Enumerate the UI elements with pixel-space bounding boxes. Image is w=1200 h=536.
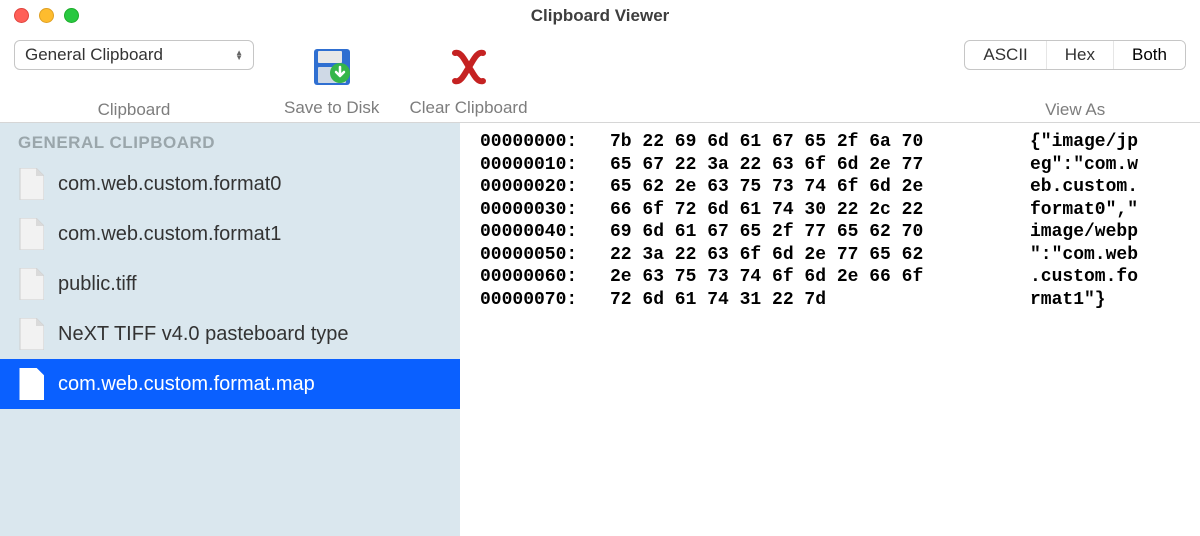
traffic-lights — [14, 8, 79, 23]
hex-row: 00000060:2e 63 75 73 74 6f 6d 2e 66 6f.c… — [480, 266, 1180, 289]
file-icon — [18, 318, 44, 350]
app-window: Clipboard Viewer General Clipboard ▲▼ Cl… — [0, 0, 1200, 536]
hex-bytes: 7b 22 69 6d 61 67 65 2f 6a 70 — [610, 131, 1030, 154]
hex-offset: 00000060: — [480, 266, 610, 289]
minimize-button[interactable] — [39, 8, 54, 23]
hex-ascii: eg":"com.w — [1030, 154, 1138, 177]
toolbar: General Clipboard ▲▼ Clipboard Save to D… — [0, 32, 1200, 122]
hex-bytes: 72 6d 61 74 31 22 7d — [610, 289, 1030, 312]
save-group: Save to Disk — [284, 40, 379, 118]
clipboard-group: General Clipboard ▲▼ Clipboard — [14, 40, 254, 120]
hex-offset: 00000030: — [480, 199, 610, 222]
popup-arrows-icon: ▲▼ — [235, 50, 243, 60]
hex-ascii: eb.custom. — [1030, 176, 1138, 199]
hex-row: 00000070:72 6d 61 74 31 22 7drmat1"} — [480, 289, 1180, 312]
segment-hex[interactable]: Hex — [1047, 41, 1114, 69]
hex-bytes: 2e 63 75 73 74 6f 6d 2e 66 6f — [610, 266, 1030, 289]
file-icon — [18, 168, 44, 200]
close-button[interactable] — [14, 8, 29, 23]
hex-row: 00000050:22 3a 22 63 6f 6d 2e 77 65 62":… — [480, 244, 1180, 267]
sidebar-item-label: NeXT TIFF v4.0 pasteboard type — [58, 323, 349, 346]
hex-bytes: 65 62 2e 63 75 73 74 6f 6d 2e — [610, 176, 1030, 199]
maximize-button[interactable] — [64, 8, 79, 23]
hex-row: 00000040:69 6d 61 67 65 2f 77 65 62 70im… — [480, 221, 1180, 244]
sidebar-item[interactable]: NeXT TIFF v4.0 pasteboard type — [0, 309, 460, 359]
sidebar-item-label: com.web.custom.format1 — [58, 223, 281, 246]
view-as-label: View As — [1045, 100, 1105, 120]
hex-row: 00000000:7b 22 69 6d 61 67 65 2f 6a 70{"… — [480, 131, 1180, 154]
view-as-segmented: ASCII Hex Both — [964, 40, 1186, 70]
sidebar-header: GENERAL CLIPBOARD — [0, 133, 460, 159]
sidebar-item-label: public.tiff — [58, 273, 137, 296]
hex-bytes: 65 67 22 3a 22 63 6f 6d 2e 77 — [610, 154, 1030, 177]
save-button[interactable] — [305, 40, 359, 94]
x-icon — [449, 47, 489, 87]
sidebar-item[interactable]: com.web.custom.format0 — [0, 159, 460, 209]
clear-button[interactable] — [442, 40, 496, 94]
segment-ascii[interactable]: ASCII — [965, 41, 1046, 69]
clear-label: Clear Clipboard — [409, 98, 527, 118]
clear-group: Clear Clipboard — [409, 40, 527, 118]
file-icon — [18, 218, 44, 250]
hex-bytes: 66 6f 72 6d 61 74 30 22 2c 22 — [610, 199, 1030, 222]
clipboard-selector[interactable]: General Clipboard ▲▼ — [14, 40, 254, 70]
hex-ascii: rmat1"} — [1030, 289, 1106, 312]
hex-offset: 00000010: — [480, 154, 610, 177]
clipboard-selector-value: General Clipboard — [25, 45, 163, 65]
hex-offset: 00000000: — [480, 131, 610, 154]
content: GENERAL CLIPBOARD com.web.custom.format0… — [0, 122, 1200, 536]
view-as-group: ASCII Hex Both View As — [964, 40, 1186, 120]
hex-offset: 00000020: — [480, 176, 610, 199]
window-title: Clipboard Viewer — [0, 6, 1200, 26]
save-label: Save to Disk — [284, 98, 379, 118]
hex-offset: 00000050: — [480, 244, 610, 267]
floppy-disk-icon — [310, 45, 354, 89]
hex-ascii: {"image/jp — [1030, 131, 1138, 154]
sidebar-item[interactable]: public.tiff — [0, 259, 460, 309]
hex-view: 00000000:7b 22 69 6d 61 67 65 2f 6a 70{"… — [460, 123, 1200, 536]
hex-row: 00000030:66 6f 72 6d 61 74 30 22 2c 22fo… — [480, 199, 1180, 222]
titlebar: Clipboard Viewer — [0, 0, 1200, 32]
hex-bytes: 69 6d 61 67 65 2f 77 65 62 70 — [610, 221, 1030, 244]
hex-bytes: 22 3a 22 63 6f 6d 2e 77 65 62 — [610, 244, 1030, 267]
sidebar-item[interactable]: com.web.custom.format1 — [0, 209, 460, 259]
hex-ascii: ":"com.web — [1030, 244, 1138, 267]
segment-both[interactable]: Both — [1114, 41, 1185, 69]
hex-ascii: format0"," — [1030, 199, 1138, 222]
sidebar-item[interactable]: com.web.custom.format.map — [0, 359, 460, 409]
sidebar: GENERAL CLIPBOARD com.web.custom.format0… — [0, 123, 460, 536]
sidebar-item-label: com.web.custom.format.map — [58, 373, 315, 396]
sidebar-item-label: com.web.custom.format0 — [58, 173, 281, 196]
clipboard-label: Clipboard — [98, 100, 171, 120]
file-icon — [18, 268, 44, 300]
file-icon — [18, 368, 44, 400]
hex-ascii: .custom.fo — [1030, 266, 1138, 289]
hex-row: 00000020:65 62 2e 63 75 73 74 6f 6d 2eeb… — [480, 176, 1180, 199]
hex-offset: 00000070: — [480, 289, 610, 312]
hex-row: 00000010:65 67 22 3a 22 63 6f 6d 2e 77eg… — [480, 154, 1180, 177]
hex-ascii: image/webp — [1030, 221, 1138, 244]
hex-offset: 00000040: — [480, 221, 610, 244]
